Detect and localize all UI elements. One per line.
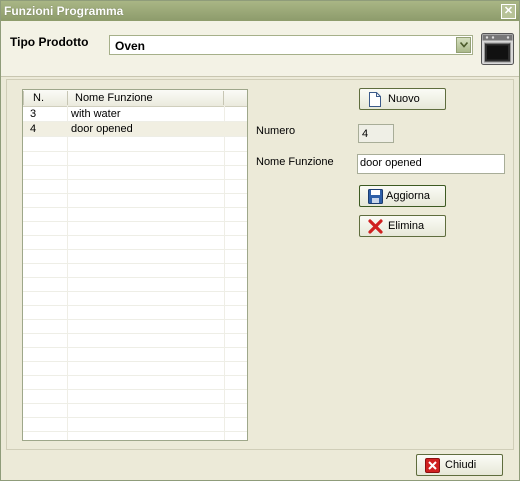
nome-funzione-label: Nome Funzione xyxy=(256,156,334,168)
close-x-icon xyxy=(425,458,440,473)
oven-icon xyxy=(481,33,514,65)
update-button-label: Aggiorna xyxy=(386,190,431,202)
window-title: Funzioni Programma xyxy=(4,4,124,18)
empty-row xyxy=(23,179,247,194)
tipo-prodotto-value: Oven xyxy=(115,39,146,53)
empty-row xyxy=(23,403,247,418)
delete-icon xyxy=(368,219,383,234)
header-separator[interactable] xyxy=(223,91,224,105)
empty-row xyxy=(23,221,247,236)
empty-row xyxy=(23,375,247,390)
empty-row xyxy=(23,207,247,222)
empty-row xyxy=(23,137,247,152)
numero-field: 4 xyxy=(358,124,394,143)
title-bar[interactable]: Funzioni Programma ✕ xyxy=(1,1,519,21)
cell-n: 4 xyxy=(30,123,37,135)
tipo-prodotto-label: Tipo Prodotto xyxy=(10,35,89,49)
header-separator xyxy=(23,91,24,105)
cell-n: 3 xyxy=(30,108,37,120)
empty-row xyxy=(23,151,247,166)
header-nome-funzione[interactable]: Nome Funzione xyxy=(75,92,153,104)
update-button[interactable]: Aggiorna xyxy=(359,185,446,207)
header-separator[interactable] xyxy=(67,91,68,105)
header-n[interactable]: N. xyxy=(33,92,44,104)
empty-row xyxy=(23,263,247,278)
chevron-down-icon[interactable] xyxy=(456,37,471,53)
empty-row xyxy=(23,291,247,306)
table-row-selected[interactable]: 4 door opened xyxy=(23,122,247,137)
new-button-label: Nuovo xyxy=(388,93,420,105)
close-button-label: Chiudi xyxy=(445,459,477,471)
empty-row xyxy=(23,193,247,208)
empty-row xyxy=(23,361,247,376)
cell-name: door opened xyxy=(71,123,133,135)
empty-row xyxy=(23,277,247,292)
nome-funzione-input[interactable] xyxy=(360,157,500,169)
empty-row xyxy=(23,431,247,440)
new-document-icon xyxy=(369,92,381,107)
numero-value: 4 xyxy=(362,128,369,140)
empty-row xyxy=(23,235,247,250)
close-icon[interactable]: ✕ xyxy=(501,4,516,19)
empty-row xyxy=(23,417,247,432)
tipo-prodotto-select[interactable]: Oven xyxy=(109,35,473,55)
empty-row xyxy=(23,389,247,404)
delete-button[interactable]: Elimina xyxy=(359,215,446,237)
product-band: Tipo Prodotto Oven xyxy=(1,21,519,77)
empty-row xyxy=(23,249,247,264)
empty-row xyxy=(23,165,247,180)
empty-row xyxy=(23,333,247,348)
grid-header: N. Nome Funzione xyxy=(23,90,247,107)
empty-row xyxy=(23,305,247,320)
numero-label: Numero xyxy=(256,125,296,137)
nome-funzione-field[interactable] xyxy=(357,154,505,174)
empty-row xyxy=(23,319,247,334)
close-button[interactable]: Chiudi xyxy=(416,454,503,476)
table-row[interactable]: 3 with water xyxy=(23,107,247,122)
functions-grid[interactable]: N. Nome Funzione 3 with water 4 door ope… xyxy=(22,89,248,441)
cell-name: with water xyxy=(71,108,121,120)
new-button[interactable]: Nuovo xyxy=(359,88,446,110)
empty-row xyxy=(23,347,247,362)
delete-button-label: Elimina xyxy=(388,220,425,232)
save-icon xyxy=(368,189,383,204)
